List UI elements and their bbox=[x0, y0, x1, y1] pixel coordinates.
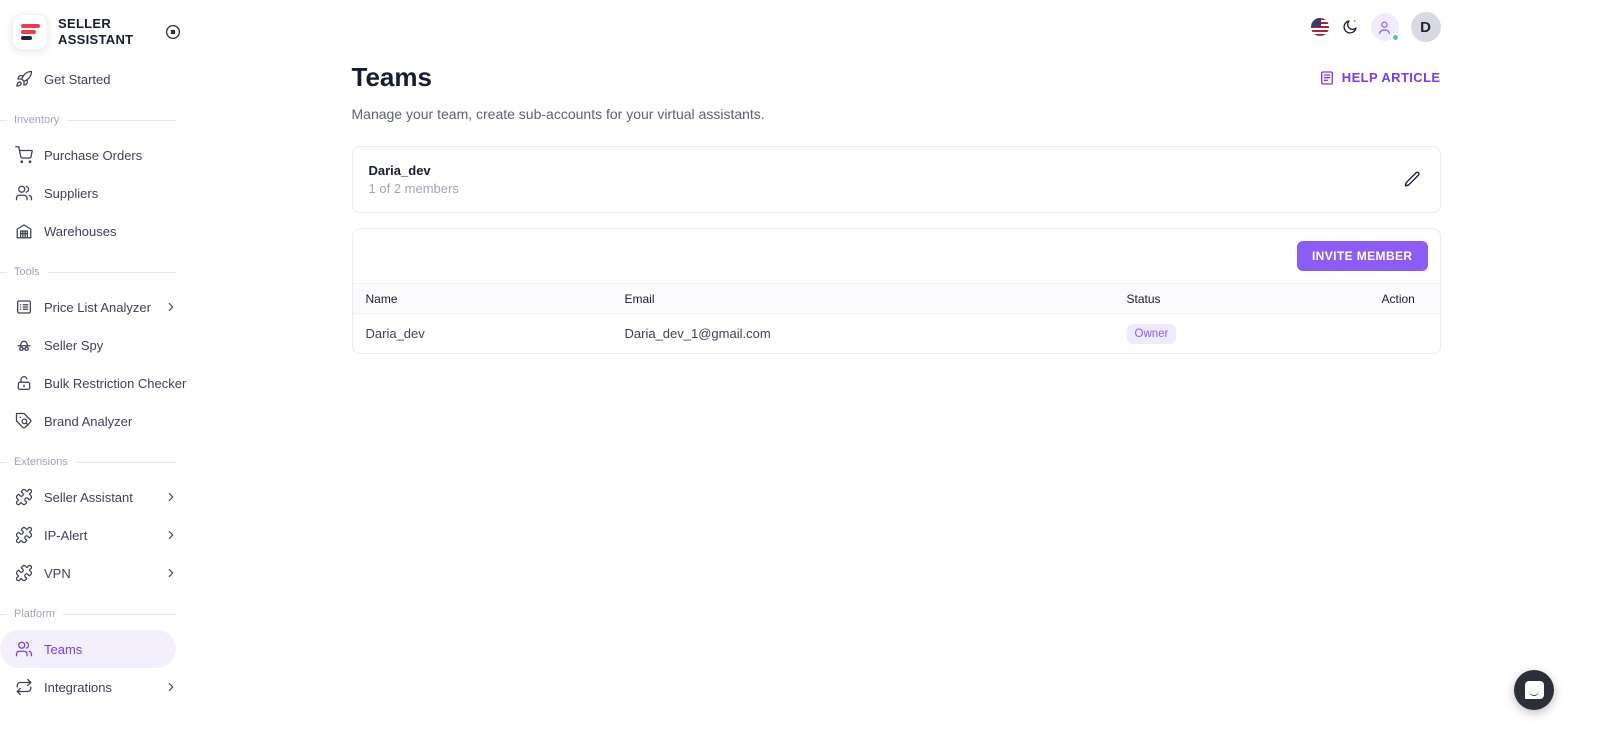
puzzle-icon bbox=[15, 488, 33, 506]
online-status-dot bbox=[1390, 33, 1400, 42]
edit-team-button[interactable] bbox=[1403, 170, 1422, 189]
spy-icon bbox=[17, 340, 31, 352]
help-article-link[interactable]: HELP ARTICLE bbox=[1319, 70, 1441, 86]
topbar: D bbox=[352, 0, 1441, 44]
sidebar-item-seller-spy[interactable]: Seller Spy bbox=[0, 326, 192, 364]
sidebar-item-label: Price List Analyzer bbox=[44, 299, 151, 315]
table-row: Daria_dev Daria_dev_1@gmail.com Owner bbox=[352, 313, 1440, 353]
sidebar-item-price-list-analyzer[interactable]: Price List Analyzer bbox=[0, 288, 192, 326]
sidebar-item-label: Teams bbox=[44, 641, 83, 657]
sidebar-item-ip-alert[interactable]: IP-Alert bbox=[0, 516, 192, 554]
column-header-status: Status bbox=[1126, 291, 1161, 306]
sidebar-item-label: Warehouses bbox=[44, 223, 117, 239]
team-name: Daria_dev bbox=[368, 163, 431, 178]
column-header-action: Action bbox=[1381, 291, 1415, 306]
sidebar-item-suppliers[interactable]: Suppliers bbox=[0, 174, 192, 212]
moon-icon bbox=[1342, 19, 1357, 34]
lock-icon bbox=[17, 376, 31, 391]
chevron-right-icon bbox=[168, 530, 174, 540]
tag-search-icon bbox=[15, 412, 32, 429]
member-name: Daria_dev bbox=[365, 326, 425, 341]
sidebar-item-label: Seller Assistant bbox=[44, 489, 133, 505]
puzzle-icon bbox=[15, 526, 33, 544]
chevron-right-icon bbox=[168, 682, 174, 692]
chevron-right-icon bbox=[168, 492, 174, 502]
sidebar-item-label: Suppliers bbox=[44, 185, 99, 201]
sidebar-item-label: Brand Analyzer bbox=[44, 413, 133, 429]
warehouse-icon bbox=[16, 224, 32, 239]
sidebar-item-label: Get Started bbox=[44, 71, 111, 87]
team-card: Daria_dev 1 of 2 members bbox=[351, 146, 1441, 213]
chat-bubble-icon bbox=[1524, 681, 1544, 699]
dark-mode-toggle[interactable] bbox=[1341, 18, 1359, 36]
article-icon bbox=[1320, 70, 1333, 85]
pencil-icon bbox=[1404, 171, 1420, 187]
member-email: Daria_dev_1@gmail.com bbox=[624, 326, 771, 341]
app-logo bbox=[12, 14, 48, 50]
app-title: SELLER ASSISTANT bbox=[58, 15, 134, 47]
column-header-name: Name bbox=[365, 291, 398, 306]
user-avatar[interactable]: D bbox=[1410, 12, 1441, 42]
price-list-icon bbox=[16, 300, 32, 314]
sidebar-item-bulk-restriction-checker[interactable]: Bulk Restriction Checker bbox=[0, 364, 192, 402]
sidebar-item-integrations[interactable]: Integrations bbox=[0, 668, 192, 706]
record-circle-icon bbox=[165, 24, 181, 40]
sidebar: SELLER ASSISTANT Get Started Inventory P… bbox=[0, 0, 192, 731]
section-header-inventory: Inventory bbox=[0, 113, 192, 127]
sidebar-item-seller-assistant-extension[interactable]: Seller Assistant bbox=[0, 478, 192, 516]
rocket-icon bbox=[16, 70, 33, 87]
language-flag-button[interactable] bbox=[1310, 18, 1329, 36]
sidebar-item-label: IP-Alert bbox=[44, 527, 88, 543]
brand[interactable]: SELLER ASSISTANT bbox=[0, 10, 192, 60]
cart-icon bbox=[15, 146, 33, 164]
account-status-button[interactable] bbox=[1370, 13, 1400, 42]
column-header-email: Email bbox=[624, 291, 655, 306]
sidebar-item-label: VPN bbox=[44, 565, 71, 581]
table-header-row: Name Email Status Action bbox=[352, 283, 1440, 313]
person-icon bbox=[1378, 21, 1391, 34]
page-title: Teams bbox=[351, 62, 432, 92]
sidebar-item-teams[interactable]: Teams bbox=[0, 630, 176, 668]
page-subtitle: Manage your team, create sub-accounts fo… bbox=[351, 106, 765, 122]
chevron-right-icon bbox=[168, 568, 174, 578]
sidebar-item-label: Purchase Orders bbox=[44, 147, 143, 163]
sidebar-item-get-started[interactable]: Get Started bbox=[0, 60, 192, 98]
chat-widget-button[interactable] bbox=[1514, 670, 1554, 710]
people-icon bbox=[15, 185, 33, 201]
sidebar-item-label: Seller Spy bbox=[44, 337, 104, 353]
status-badge: Owner bbox=[1126, 323, 1177, 344]
puzzle-icon bbox=[15, 564, 33, 582]
sidebar-collapse-button[interactable] bbox=[164, 23, 182, 41]
sidebar-item-label: Bulk Restriction Checker bbox=[44, 375, 187, 391]
chevron-right-icon bbox=[168, 302, 174, 312]
sidebar-item-brand-analyzer[interactable]: Brand Analyzer bbox=[0, 402, 192, 440]
section-header-tools: Tools bbox=[0, 265, 192, 279]
sidebar-item-warehouses[interactable]: Warehouses bbox=[0, 212, 192, 250]
section-header-platform: Platform bbox=[0, 607, 192, 621]
sidebar-item-vpn[interactable]: VPN bbox=[0, 554, 192, 592]
main-area: D Teams HELP ARTICLE Manage your team, c… bbox=[192, 0, 1600, 731]
section-header-extensions: Extensions bbox=[0, 455, 192, 469]
repeat-arrows-icon bbox=[16, 678, 32, 696]
sidebar-item-purchase-orders[interactable]: Purchase Orders bbox=[0, 136, 192, 174]
members-panel: INVITE MEMBER Name Email Status Action D… bbox=[351, 228, 1441, 354]
people-icon bbox=[15, 641, 33, 657]
sidebar-item-label: Integrations bbox=[44, 679, 112, 695]
team-members-count: 1 of 2 members bbox=[368, 181, 459, 196]
invite-member-button[interactable]: INVITE MEMBER bbox=[1296, 241, 1428, 271]
